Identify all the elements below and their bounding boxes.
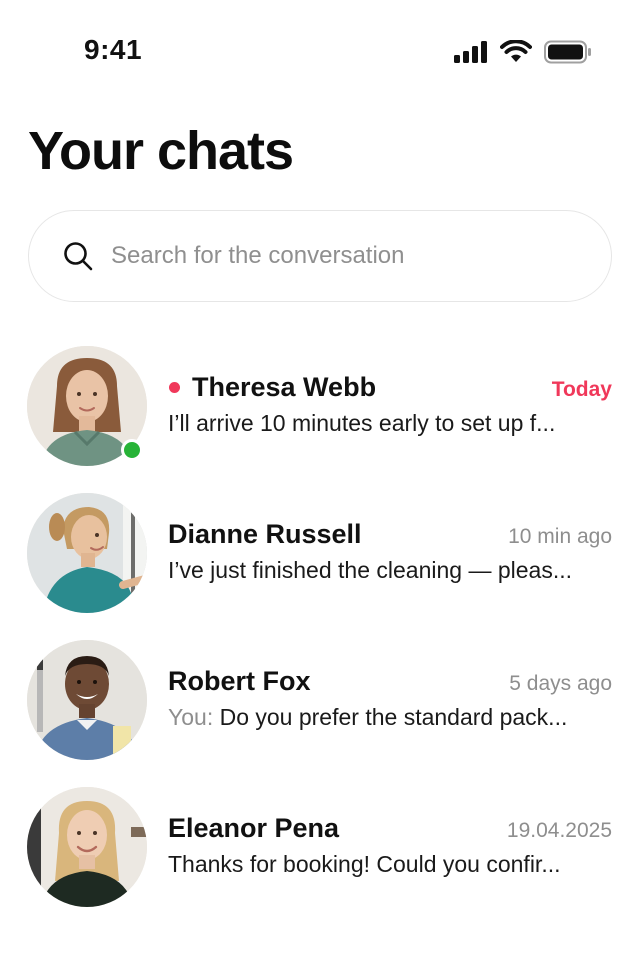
- online-indicator: [121, 439, 143, 461]
- chat-item-eleanor-pena[interactable]: Eleanor Pena 19.04.2025 Thanks for booki…: [0, 779, 640, 926]
- chat-item-robert-fox[interactable]: Robert Fox 5 days ago You: Do you prefer…: [0, 632, 640, 779]
- unread-indicator: [169, 382, 180, 393]
- message-preview: You: Do you prefer the standard pack...: [168, 704, 612, 731]
- signal-icon: [454, 41, 488, 68]
- status-time: 9:41: [84, 34, 143, 65]
- chat-list: Theresa Webb Today I’ll arrive 10 minute…: [0, 338, 640, 926]
- contact-name: Theresa Webb: [192, 372, 377, 402]
- chat-time: Today: [551, 378, 612, 401]
- message-preview: Thanks for booking! Could you confir...: [168, 851, 561, 877]
- contact-name: Eleanor Pena: [168, 813, 340, 843]
- search-input[interactable]: [111, 242, 551, 270]
- message-preview: I’ll arrive 10 minutes early to set up f…: [168, 410, 556, 436]
- message-preview: I’ve just finished the cleaning — pleas.…: [168, 557, 573, 583]
- chats-screen: 9:41 Your chats Search for the conversat…: [0, 0, 640, 963]
- message-text: Do you prefer the standard pack...: [219, 704, 568, 730]
- chat-time: 5 days ago: [509, 672, 612, 695]
- chat-item-theresa-webb[interactable]: Theresa Webb Today I’ll arrive 10 minute…: [0, 338, 640, 485]
- sender-prefix: You:: [168, 704, 214, 730]
- avatar: [27, 493, 147, 613]
- search-bar[interactable]: [28, 210, 612, 302]
- page-title: Your chats: [28, 121, 294, 181]
- chat-item-dianne-russell[interactable]: Dianne Russell 10 min ago I’ve just fini…: [0, 485, 640, 632]
- wifi-icon: [500, 39, 532, 69]
- chat-time: 10 min ago: [508, 525, 612, 548]
- search-icon: [63, 241, 93, 271]
- chat-name-row: Theresa Webb: [168, 372, 376, 403]
- avatar: [27, 787, 147, 907]
- status-bar: 9:41: [0, 0, 640, 104]
- contact-name: Robert Fox: [168, 666, 311, 696]
- chat-time: 19.04.2025: [506, 819, 612, 842]
- status-icons: [454, 39, 592, 69]
- battery-icon: [544, 40, 592, 69]
- contact-name: Dianne Russell: [168, 519, 362, 549]
- avatar: [27, 640, 147, 760]
